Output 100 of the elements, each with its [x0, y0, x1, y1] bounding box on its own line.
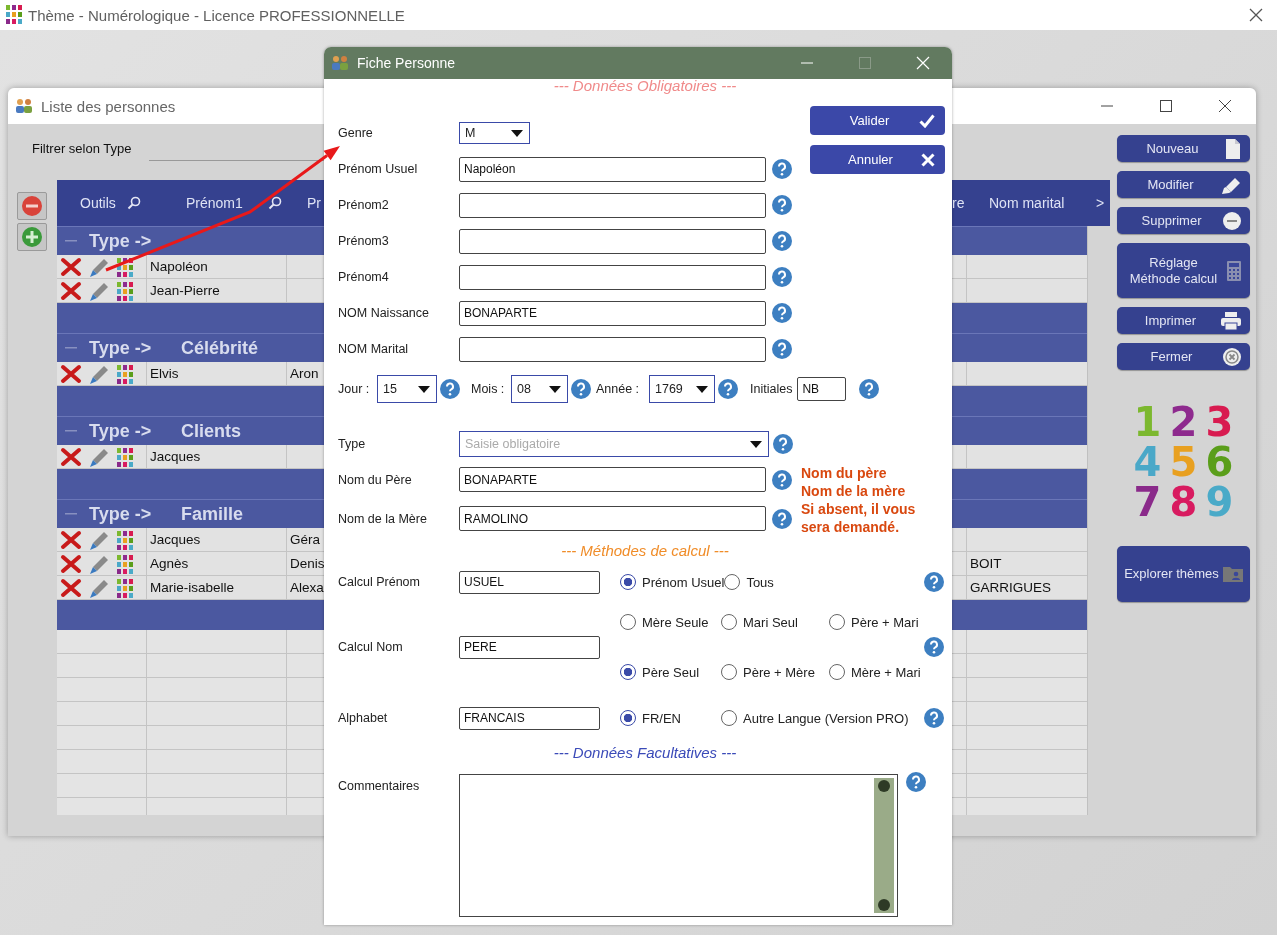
help-icon[interactable]: [440, 379, 460, 399]
delete-icon[interactable]: [60, 363, 82, 384]
field-label: Jour :: [338, 382, 371, 396]
close-button[interactable]: [1218, 99, 1232, 113]
radio-option[interactable]: Père + Mère: [721, 662, 829, 682]
input-field[interactable]: BONAPARTE: [459, 300, 766, 326]
collapse-icon[interactable]: [65, 239, 77, 243]
search-icon[interactable]: [268, 196, 282, 210]
number-grid-icon[interactable]: [116, 363, 134, 384]
column-header[interactable]: Pr: [307, 195, 321, 211]
help-icon[interactable]: [718, 379, 738, 399]
radio-option[interactable]: Père Seul: [620, 662, 721, 682]
date-select[interactable]: 1769: [649, 375, 715, 403]
number-grid-icon[interactable]: [116, 280, 134, 301]
input-field[interactable]: Napoléon: [459, 156, 766, 182]
help-icon[interactable]: [859, 379, 880, 399]
field-label: NOM Marital: [338, 342, 410, 356]
input-field[interactable]: RAMOLINO: [459, 506, 766, 531]
scroll-right-arrow[interactable]: >: [1096, 195, 1105, 211]
pencil-icon[interactable]: [88, 256, 110, 277]
table-cell: Jacques: [147, 445, 287, 469]
dialog-button[interactable]: Annuler: [810, 145, 945, 174]
radio-option[interactable]: Autre Langue (Version PRO): [721, 708, 909, 728]
radio-option[interactable]: Mère Seule: [620, 612, 721, 632]
help-icon[interactable]: [772, 159, 792, 179]
number-grid-icon[interactable]: [116, 577, 134, 598]
input-field[interactable]: [459, 192, 766, 218]
help-icon[interactable]: [772, 231, 792, 251]
number-grid-icon[interactable]: [116, 256, 134, 277]
genre-select[interactable]: M: [459, 122, 530, 144]
delete-icon[interactable]: [60, 577, 82, 598]
input-field[interactable]: PERE: [459, 635, 600, 659]
number-grid-icon[interactable]: [116, 446, 134, 467]
dialog-button[interactable]: Valider: [810, 106, 945, 135]
help-icon[interactable]: [772, 303, 792, 323]
number-grid-icon[interactable]: [116, 553, 134, 574]
number-grid-icon[interactable]: [116, 529, 134, 550]
help-icon[interactable]: [924, 572, 944, 592]
input-field[interactable]: [459, 336, 766, 362]
help-icon[interactable]: [772, 195, 792, 215]
delete-icon[interactable]: [60, 256, 82, 277]
help-icon[interactable]: [571, 379, 591, 399]
pencil-icon[interactable]: [88, 553, 110, 574]
help-icon[interactable]: [773, 434, 793, 454]
close-button[interactable]: [1249, 8, 1263, 22]
side-button[interactable]: Réglage Méthode calcul: [1117, 243, 1250, 298]
logo-digit: 5: [1168, 441, 1199, 482]
input-field[interactable]: [459, 264, 766, 290]
initials-field[interactable]: NB: [797, 377, 847, 401]
scrollbar[interactable]: [874, 778, 894, 913]
radio-option[interactable]: Mari Seul: [721, 612, 829, 632]
help-icon[interactable]: [772, 508, 792, 529]
delete-icon[interactable]: [60, 446, 82, 467]
side-button[interactable]: Supprimer: [1117, 207, 1250, 234]
help-icon[interactable]: [906, 772, 926, 792]
comments-field[interactable]: [459, 774, 898, 917]
help-icon[interactable]: [772, 267, 792, 287]
help-icon[interactable]: [924, 637, 944, 657]
people-icon: [330, 55, 350, 71]
side-button[interactable]: Imprimer: [1117, 307, 1250, 334]
field-label: Prénom2: [338, 198, 390, 212]
column-header[interactable]: Outils: [80, 195, 116, 211]
input-field[interactable]: FRANCAIS: [459, 706, 600, 730]
delete-icon[interactable]: [60, 529, 82, 550]
minus-circle-icon: [1222, 210, 1242, 231]
radio-option[interactable]: Mère + Mari: [829, 662, 921, 682]
pencil-icon[interactable]: [88, 280, 110, 301]
input-field[interactable]: USUEL: [459, 570, 600, 594]
date-select[interactable]: 15: [377, 375, 437, 403]
side-button[interactable]: Modifier: [1117, 171, 1250, 198]
column-header[interactable]: Nom marital: [989, 195, 1065, 211]
pencil-icon[interactable]: [88, 446, 110, 467]
explore-button[interactable]: Explorer thèmes: [1117, 546, 1250, 602]
check-icon: [919, 113, 935, 128]
pencil-icon[interactable]: [88, 529, 110, 550]
logo-digit: 1: [1132, 401, 1163, 442]
pencil-icon[interactable]: [88, 577, 110, 598]
column-header[interactable]: Prénom1: [186, 195, 243, 211]
help-icon[interactable]: [772, 339, 792, 359]
add-button[interactable]: [17, 223, 47, 251]
input-field[interactable]: BONAPARTE: [459, 467, 766, 492]
help-icon[interactable]: [772, 469, 792, 490]
remove-button[interactable]: [17, 192, 47, 220]
side-button[interactable]: Fermer: [1117, 343, 1250, 370]
side-button[interactable]: Nouveau: [1117, 135, 1250, 162]
logo-digit: 3: [1204, 401, 1235, 442]
collapse-icon[interactable]: [65, 512, 77, 516]
radio-option[interactable]: FR/EN: [620, 708, 721, 728]
collapse-icon[interactable]: [65, 346, 77, 350]
search-icon[interactable]: [127, 196, 141, 210]
date-select[interactable]: 08: [511, 375, 568, 403]
column-header[interactable]: re: [952, 195, 965, 211]
collapse-icon[interactable]: [65, 429, 77, 433]
pencil-icon[interactable]: [88, 363, 110, 384]
delete-icon[interactable]: [60, 553, 82, 574]
delete-icon[interactable]: [60, 280, 82, 301]
radio-option[interactable]: Père + Mari: [829, 612, 919, 632]
input-field[interactable]: [459, 228, 766, 254]
maximize-button[interactable]: [1159, 99, 1173, 113]
help-icon[interactable]: [924, 708, 944, 728]
